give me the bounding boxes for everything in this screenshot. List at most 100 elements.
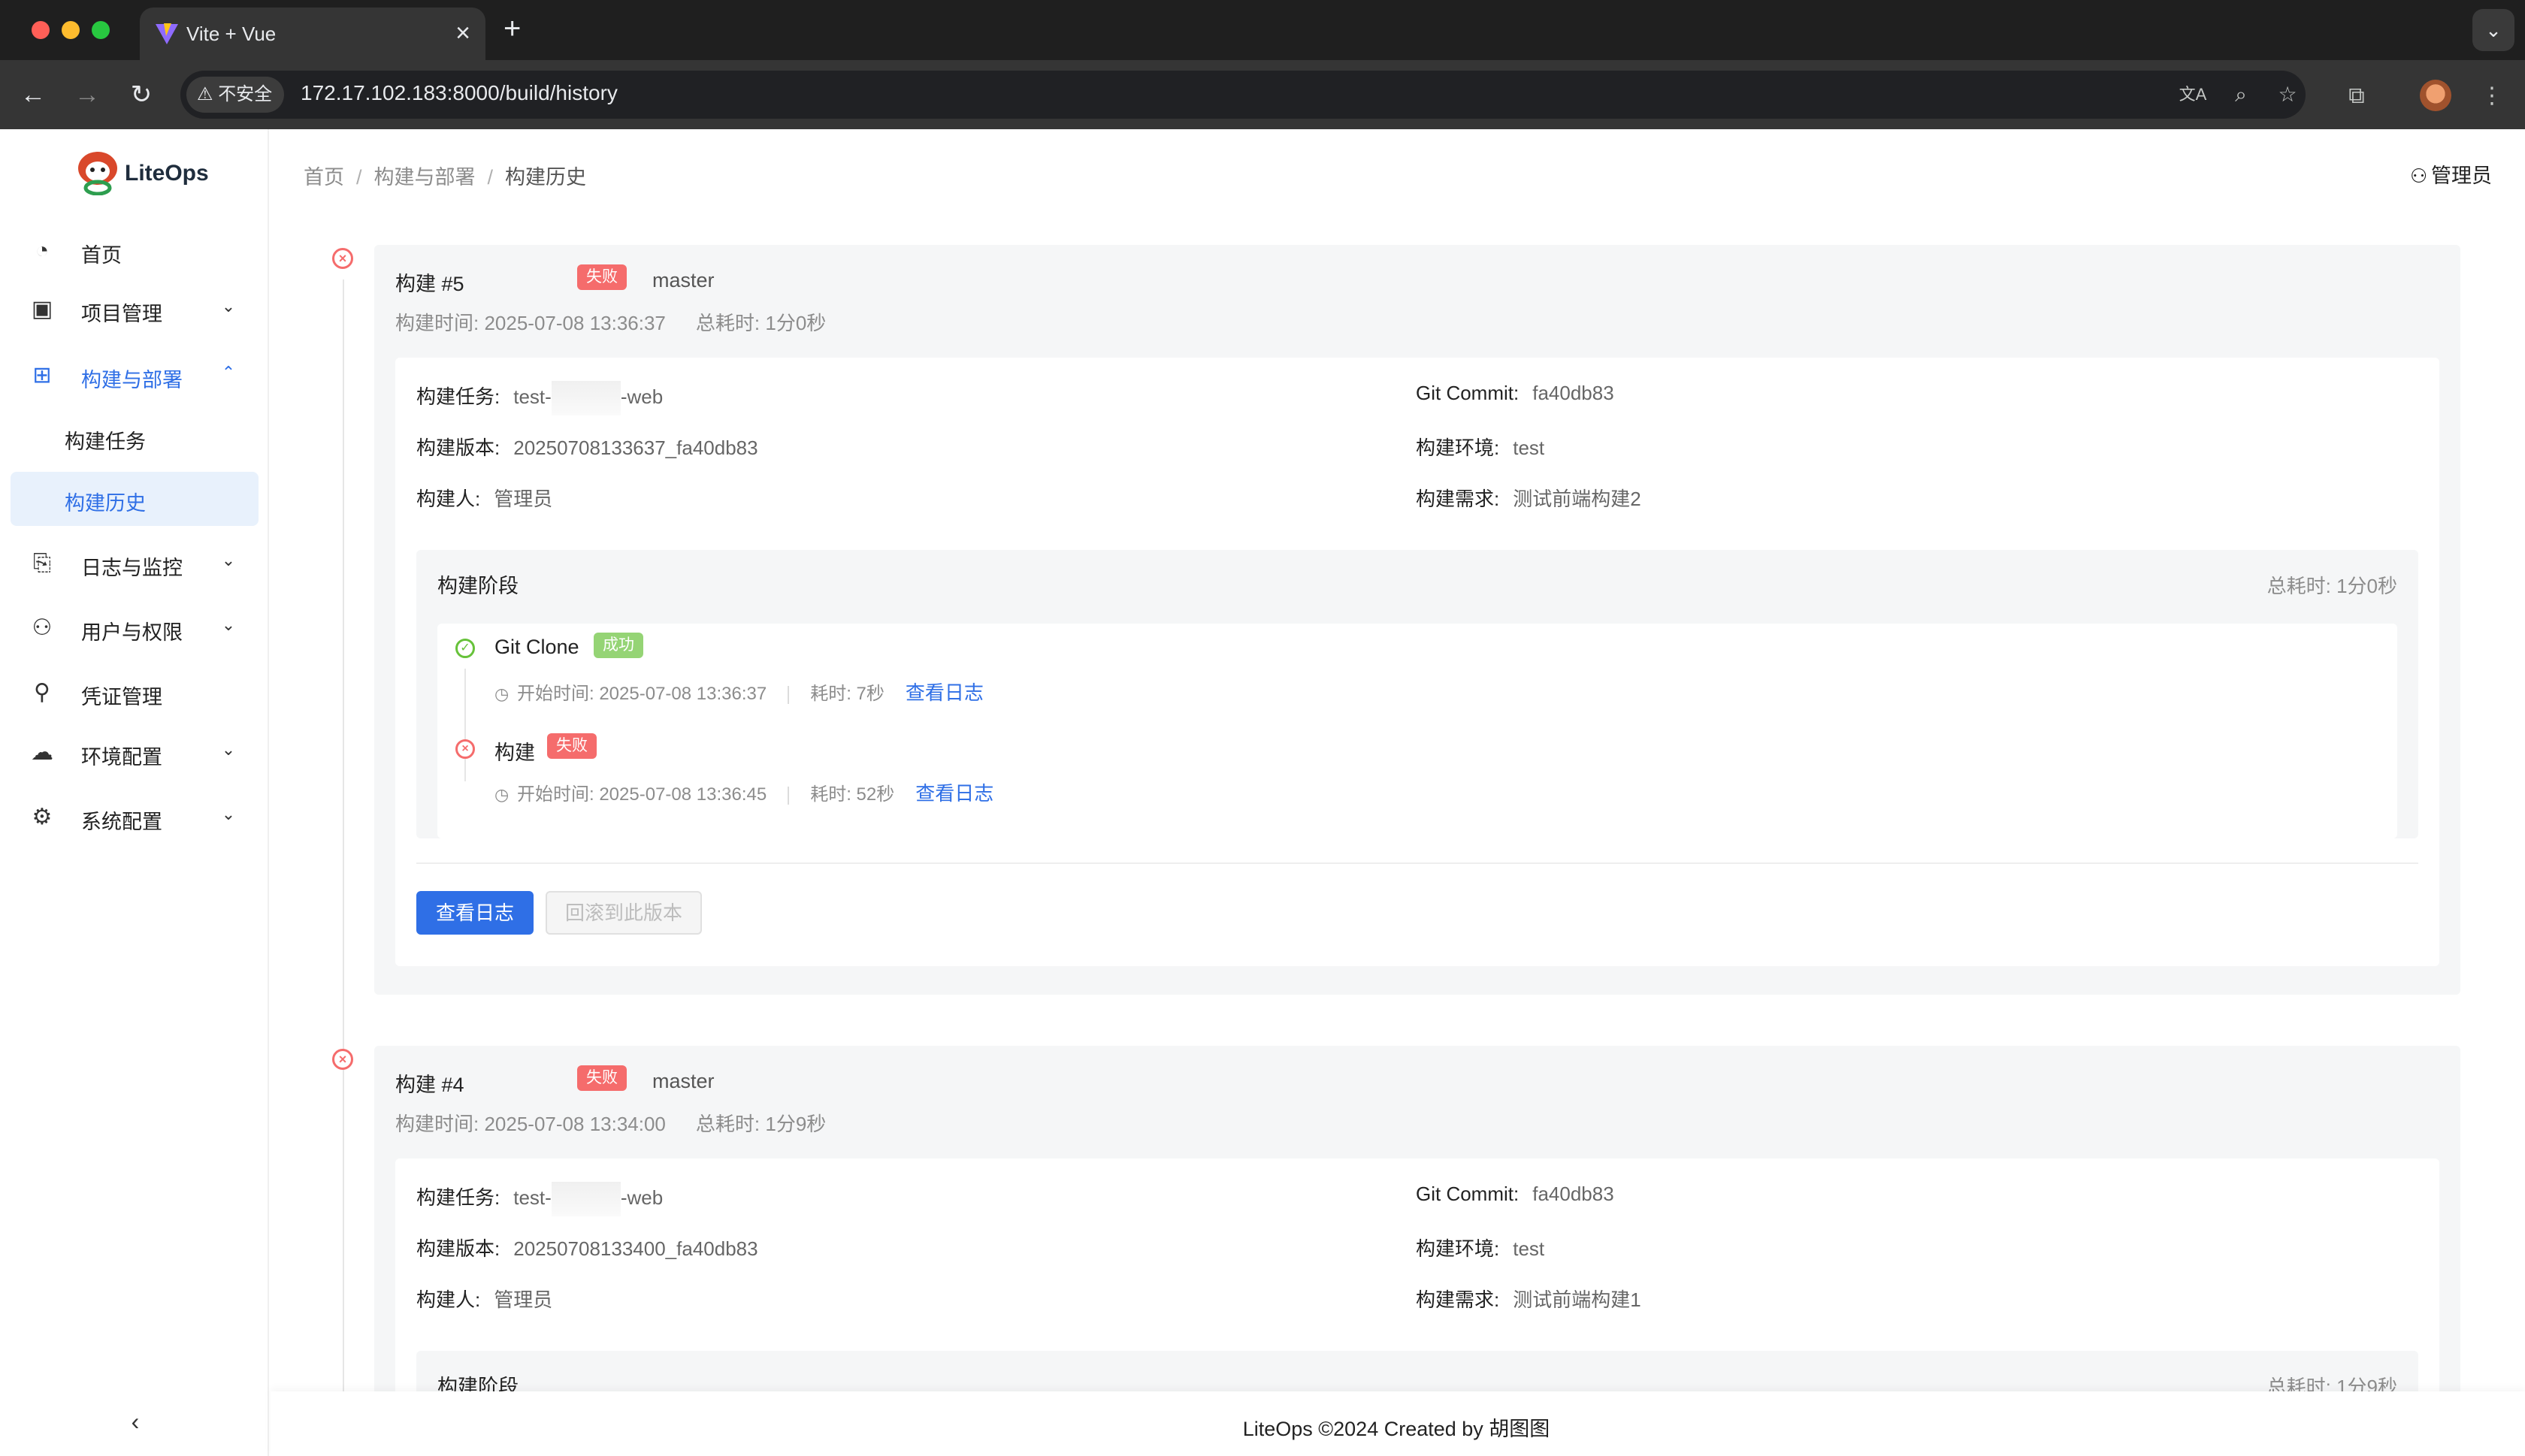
menu-label: 环境配置 [81,746,162,769]
browser-chrome: Vite + Vue × + ⌄ ← → ↻ ⚠ 不安全 172.17.102.… [0,0,2525,129]
git-commit-field: Git Commit: fa40db83 [1416,382,1614,405]
stage-duration: 耗时: 52秒 [810,784,895,805]
header: 首页 / 构建与部署 / 构建历史 ⚇ 管理员 [271,129,2525,219]
rollback-button[interactable]: 回滚到此版本 [546,891,702,935]
tab-search-chevron-icon[interactable]: ⌄ [2472,9,2514,51]
field-label: 构建环境: [1416,1237,1500,1260]
field-value: 20250708133637_fa40db83 [513,436,758,459]
submenu-item-build-history[interactable]: 构建历史 [0,472,269,526]
build-stages-panel: 构建阶段 总耗时: 1分0秒 ✓ Git Clone 成功 ◷ 开始时间: 202… [416,550,2418,838]
field-value: test [1513,436,1545,459]
total-duration-label: 总耗时: [695,1113,761,1135]
build-version-field: 构建版本: 20250708133400_fa40db83 [416,1234,758,1261]
back-arrow-icon[interactable]: ← [15,77,51,113]
browser-tab[interactable]: Vite + Vue × [140,8,485,60]
menu-item-system[interactable]: ⚙ 系统配置 ⌄ [0,789,269,846]
field-value: fa40db83 [1532,1183,1614,1205]
tab-bar: Vite + Vue × + ⌄ [0,0,2525,60]
chevron-up-icon: ⌃ [221,363,236,382]
build-env-field: 构建环境: test [1416,433,1544,461]
user-menu[interactable]: ⚇ 管理员 [2410,159,2492,189]
field-value: 管理员 [494,488,553,510]
field-label: 构建版本: [416,436,500,459]
build-info-panel: 构建任务: test- -web 构建版本: 20250708133400_fa40d… [395,1158,2439,1391]
field-label: 构建需求: [1416,1288,1500,1311]
status-badge: 失败 [577,264,627,290]
field-label: 构建任务: [416,385,500,408]
build-requirement-field: 构建需求: 测试前端构建2 [1416,484,1641,512]
footer-text: LiteOps ©2024 Created by 胡图图 [1242,1418,1550,1440]
field-label: 构建版本: [416,1237,500,1260]
vite-logo-icon [156,23,178,44]
total-duration: 1分9秒 [765,1113,827,1135]
chevron-down-icon: ⌄ [221,297,236,316]
stage-success-icon: ✓ [455,639,475,658]
menu-item-environment[interactable]: ☁ 环境配置 ⌄ [0,724,269,781]
new-tab-button[interactable]: + [503,12,521,45]
address-bar[interactable]: ⚠ 不安全 172.17.102.183:8000/build/history … [180,71,2306,119]
build-env-field: 构建环境: test [1416,1234,1544,1261]
submenu-label: 构建历史 [65,492,146,515]
tab-close-icon[interactable]: × [455,18,470,48]
menu-label: 构建与部署 [81,369,183,391]
field-value: 测试前端构建2 [1513,488,1641,510]
forward-arrow-icon[interactable]: → [69,77,105,113]
security-chip[interactable]: ⚠ 不安全 [186,77,285,113]
menu-item-projects[interactable]: ▣ 项目管理 ⌄ [0,281,269,338]
stage-fail-icon: × [455,739,475,759]
field-value: 测试前端构建1 [1513,1288,1641,1311]
user-name: 管理员 [2431,165,2492,187]
build-card: 构建 #4 失败 master 构建时间: 2025-07-08 13:34:0… [374,1046,2460,1391]
breadcrumb-build-deploy[interactable]: 构建与部署 [374,166,476,189]
menu-label: 系统配置 [81,811,162,833]
submenu-item-build-tasks[interactable]: 构建任务 [0,410,269,464]
build-card: 构建 #5 失败 master 构建时间: 2025-07-08 13:36:3… [374,245,2460,995]
profile-avatar[interactable] [2420,80,2451,111]
window-zoom-button[interactable] [92,21,110,39]
chevron-down-icon: ⌄ [221,551,236,569]
redacted-block [551,381,621,416]
stages-title: 构建阶段 [437,1376,519,1391]
chevron-down-icon: ⌄ [221,805,236,823]
build-title: 构建 #4 [395,1074,464,1096]
url-text[interactable]: 172.17.102.183:8000/build/history [301,81,618,105]
window-minimize-button[interactable] [62,21,80,39]
breadcrumb-home[interactable]: 首页 [304,166,344,189]
tab-title: Vite + Vue [186,23,277,45]
clock-icon: ◷ [494,785,510,804]
more-vertical-icon[interactable]: ⋮ [2477,78,2507,114]
security-label: 不安全 [218,84,273,104]
view-stage-log-link[interactable]: 查看日志 [906,681,984,704]
window-close-button[interactable] [32,21,50,39]
menu-label: 项目管理 [81,303,162,325]
stage-start-time: 开始时间: 2025-07-08 13:36:45 [517,784,767,805]
menu-item-users-permissions[interactable]: ⚇ 用户与权限 ⌄ [0,600,269,657]
bookmark-star-icon[interactable]: ☆ [2271,78,2304,111]
view-stage-log-link[interactable]: 查看日志 [915,782,993,805]
zoom-icon[interactable]: ⌕ [2224,78,2257,111]
collapse-sidebar-chevron-icon[interactable]: ‹ [123,1406,147,1436]
timeline-fail-icon: × [332,248,353,269]
menu-label: 凭证管理 [81,686,162,708]
stage-status-badge: 失败 [547,733,597,759]
menu-label: 首页 [81,244,122,267]
browser-toolbar: ← → ↻ ⚠ 不安全 172.17.102.183:8000/build/hi… [0,60,2525,129]
user-icon: ⚇ [2410,165,2428,187]
translate-icon[interactable]: 文A [2176,78,2209,111]
menu-item-logs-monitoring[interactable]: ⎘ 日志与监控 ⌄ [0,535,269,592]
build-info-panel: 构建任务: test- -web 构建版本: 20250708133637_fa40d… [395,358,2439,966]
view-log-button[interactable]: 查看日志 [416,891,534,935]
extensions-puzzle-icon[interactable]: ⧉ [2339,78,2375,114]
footer: LiteOps ©2024 Created by 胡图图 [271,1391,2525,1456]
menu-item-home[interactable]: ◔ 首页 [0,222,269,279]
builder-field: 构建人: 管理员 [416,1285,552,1313]
menu-item-credentials[interactable]: ⚲ 凭证管理 [0,664,269,721]
timeline-fail-icon: × [332,1049,353,1070]
field-value: 20250708133400_fa40db83 [513,1237,758,1260]
menu-item-build-deploy[interactable]: ⊞ 构建与部署 ⌃ [0,347,269,404]
total-duration: 1分0秒 [765,312,827,334]
stage-meta: ◷ 开始时间: 2025-07-08 13:36:37 耗时: 7秒 查看日志 [494,678,984,705]
build-title: 构建 #5 [395,273,464,295]
stage-start-time: 开始时间: 2025-07-08 13:36:37 [517,684,767,704]
reload-icon[interactable]: ↻ [123,77,159,113]
